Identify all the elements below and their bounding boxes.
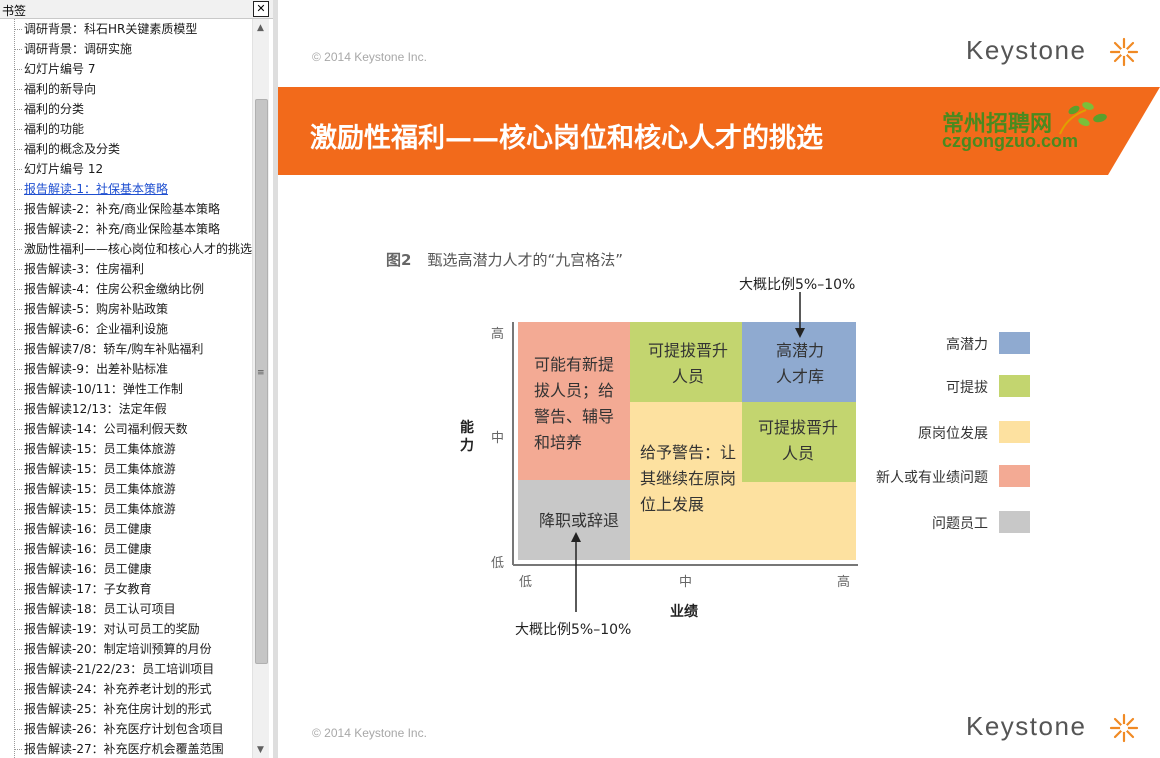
- bookmark-list: 调研背景：科石HR关键素质模型调研背景：调研实施幻灯片编号 7福利的新导向福利的…: [0, 19, 252, 758]
- bookmark-item[interactable]: 报告解读7/8：轿车/购车补贴福利: [0, 339, 252, 359]
- scrollbar-thumb[interactable]: ≡: [255, 99, 268, 664]
- y-tick-low: 低: [491, 552, 504, 571]
- y-tick-high: 高: [491, 323, 504, 342]
- bookmark-item[interactable]: 报告解读-2：补充/商业保险基本策略: [0, 199, 252, 219]
- bookmark-item[interactable]: 报告解读-26：补充医疗计划包含项目: [0, 719, 252, 739]
- scroll-up-arrow-icon[interactable]: ▲: [257, 23, 264, 33]
- annotation-bottom: 大概比例5%–10%: [515, 619, 631, 639]
- bookmark-item[interactable]: 报告解读-18：员工认可项目: [0, 599, 252, 619]
- bookmark-item[interactable]: 报告解读12/13：法定年假: [0, 399, 252, 419]
- copyright-bottom: © 2014 Keystone Inc.: [312, 726, 427, 740]
- bookmark-item[interactable]: 福利的概念及分类: [0, 139, 252, 159]
- bookmark-item[interactable]: 报告解读-3：住房福利: [0, 259, 252, 279]
- keystone-star-icon: [1109, 713, 1139, 743]
- legend-swatch: [999, 375, 1030, 397]
- legend-label: 原岗位发展: [848, 423, 988, 443]
- bookmarks-scrollbar[interactable]: ▲ ≡ ▼: [252, 19, 269, 758]
- legend-label: 可提拔: [848, 377, 988, 397]
- bookmark-item[interactable]: 报告解读-19：对认可员工的奖励: [0, 619, 252, 639]
- keystone-logo-bottom: Keystone: [966, 711, 1086, 742]
- x-tick-low: 低: [519, 571, 532, 590]
- bookmark-item[interactable]: 幻灯片编号 7: [0, 59, 252, 79]
- bookmark-item[interactable]: 报告解读-17：子女教育: [0, 579, 252, 599]
- bookmark-item[interactable]: 福利的分类: [0, 99, 252, 119]
- y-axis-title: 能力: [460, 419, 474, 455]
- legend-label: 问题员工: [848, 513, 988, 533]
- legend-label: 高潜力: [848, 334, 988, 354]
- scroll-down-arrow-icon[interactable]: ▼: [257, 745, 264, 755]
- bookmark-item[interactable]: 报告解读-15：员工集体旅游: [0, 499, 252, 519]
- bookmark-item[interactable]: 报告解读-16：员工健康: [0, 559, 252, 579]
- close-icon[interactable]: ✕: [253, 1, 269, 17]
- bookmark-item[interactable]: 报告解读-27：补充医疗机会覆盖范围: [0, 739, 252, 758]
- bookmark-item[interactable]: 报告解读-15：员工集体旅游: [0, 479, 252, 499]
- bookmark-item[interactable]: 报告解读-15：员工集体旅游: [0, 459, 252, 479]
- bookmark-item[interactable]: 激励性福利——核心岗位和核心人才的挑选: [0, 239, 252, 259]
- slide-view: © 2014 Keystone Inc. Keystone 激励性福利——核心岗…: [278, 0, 1160, 758]
- bookmark-item[interactable]: 报告解读-16：员工健康: [0, 519, 252, 539]
- bookmark-item[interactable]: 幻灯片编号 12: [0, 159, 252, 179]
- grip-icon: ≡: [257, 368, 265, 378]
- bookmark-item[interactable]: 报告解读-24：补充养老计划的形式: [0, 679, 252, 699]
- bookmark-item[interactable]: 报告解读-4：住房公积金缴纳比例: [0, 279, 252, 299]
- legend-swatch: [999, 421, 1030, 443]
- bookmark-item[interactable]: 报告解读-5：购房补贴政策: [0, 299, 252, 319]
- bookmark-item[interactable]: 报告解读-6：企业福利设施: [0, 319, 252, 339]
- bookmark-item[interactable]: 报告解读-15：员工集体旅游: [0, 439, 252, 459]
- bookmark-item[interactable]: 调研背景：科石HR关键素质模型: [0, 19, 252, 39]
- bookmark-item[interactable]: 福利的功能: [0, 119, 252, 139]
- bookmark-item[interactable]: 报告解读-21/22/23：员工培训项目: [0, 659, 252, 679]
- annotation-top: 大概比例5%–10%: [739, 274, 855, 294]
- bookmarks-header: 书签 ✕: [0, 0, 273, 19]
- legend-label: 新人或有业绩问题: [848, 467, 988, 487]
- bookmark-item[interactable]: 调研背景：调研实施: [0, 39, 252, 59]
- bookmark-item[interactable]: 福利的新导向: [0, 79, 252, 99]
- legend-swatch: [999, 465, 1030, 487]
- x-tick-high: 高: [837, 571, 850, 590]
- bookmark-item[interactable]: 报告解读-20：制定培训预算的月份: [0, 639, 252, 659]
- bookmark-item[interactable]: 报告解读-2：补充/商业保险基本策略: [0, 219, 252, 239]
- bookmark-item[interactable]: 报告解读-16：员工健康: [0, 539, 252, 559]
- x-axis-title: 业绩: [670, 601, 698, 621]
- bookmark-item[interactable]: 报告解读-1：社保基本策略: [0, 179, 252, 199]
- x-tick-mid: 中: [679, 571, 692, 590]
- y-tick-mid: 中: [491, 427, 504, 446]
- bookmark-item[interactable]: 报告解读-14：公司福利假天数: [0, 419, 252, 439]
- bookmark-item[interactable]: 报告解读-9：出差补贴标准: [0, 359, 252, 379]
- legend-swatch: [999, 511, 1030, 533]
- bookmark-item[interactable]: 报告解读-25：补充住房计划的形式: [0, 699, 252, 719]
- bookmarks-panel: 书签 ✕ 调研背景：科石HR关键素质模型调研背景：调研实施幻灯片编号 7福利的新…: [0, 0, 274, 758]
- legend-swatch: [999, 332, 1030, 354]
- bookmarks-title: 书签: [2, 2, 26, 19]
- bookmark-item[interactable]: 报告解读-10/11：弹性工作制: [0, 379, 252, 399]
